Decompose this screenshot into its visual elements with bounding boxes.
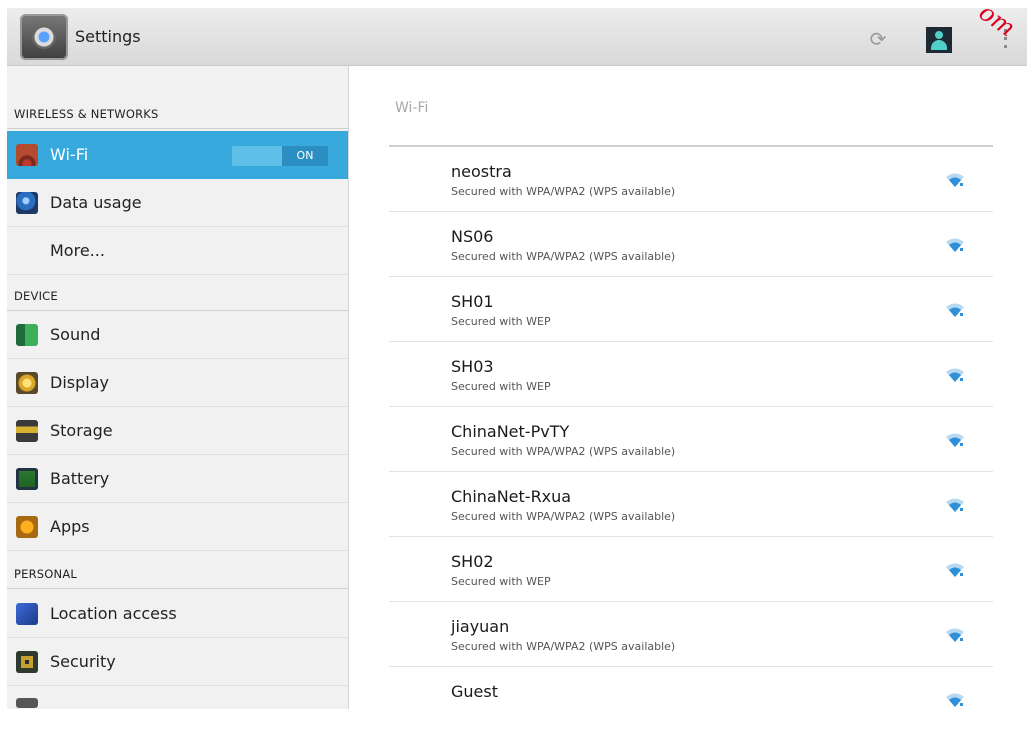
network-security: Secured with WPA/WPA2 (WPS available): [451, 250, 676, 263]
display-icon: [16, 372, 38, 394]
data-usage-icon: [16, 192, 38, 214]
network-security: Secured with WEP: [451, 575, 551, 588]
sidebar-item-partial[interactable]: [7, 686, 348, 734]
network-security: Secured with WEP: [451, 315, 551, 328]
sync-icon[interactable]: ⟳: [865, 28, 891, 50]
sidebar-item-storage[interactable]: Storage: [7, 407, 348, 455]
sidebar-item-label: Apps: [50, 517, 90, 536]
network-ssid: NS06: [451, 227, 494, 246]
toggle-state: ON: [282, 146, 328, 166]
sidebar-item-battery[interactable]: Battery: [7, 455, 348, 503]
gear-icon: [32, 25, 56, 49]
wifi-signal-icon: [946, 563, 964, 577]
network-security: Secured with WPA/WPA2 (WPS available): [451, 445, 676, 458]
wifi-settings-icon: [16, 144, 38, 166]
network-ssid: ChinaNet-PvTY: [451, 422, 570, 441]
network-ssid: neostra: [451, 162, 512, 181]
wifi-network-row[interactable]: SH03 Secured with WEP: [389, 342, 993, 407]
network-security: Secured with WPA/WPA2 (WPS available): [451, 510, 676, 523]
wifi-pane: Wi-Fi neostra Secured with WPA/WPA2 (WPS …: [349, 66, 1027, 709]
network-ssid: ChinaNet-Rxua: [451, 487, 572, 506]
wifi-network-row[interactable]: ChinaNet-Rxua Secured with WPA/WPA2 (WPS …: [389, 472, 993, 537]
sidebar-item-more[interactable]: More...: [7, 227, 348, 275]
sidebar-item-label: Storage: [50, 421, 113, 440]
wifi-network-row[interactable]: Guest: [389, 667, 993, 732]
sound-icon: [16, 324, 38, 346]
section-header-wireless: WIRELESS & NETWORKS: [14, 107, 159, 121]
sidebar-item-location[interactable]: Location access: [7, 590, 348, 638]
section-header-device: DEVICE: [14, 289, 58, 303]
pane-title: Wi-Fi: [395, 100, 429, 116]
sidebar-item-label: Display: [50, 373, 109, 392]
network-security: Secured with WEP: [451, 380, 551, 393]
network-ssid: SH01: [451, 292, 494, 311]
network-ssid: Guest: [451, 682, 498, 701]
settings-app-icon[interactable]: [20, 14, 68, 60]
sidebar-item-wifi[interactable]: Wi-Fi ON: [7, 131, 348, 179]
wifi-signal-icon: [946, 433, 964, 447]
sidebar-item-label: More...: [50, 241, 105, 260]
network-security: Secured with WPA/WPA2 (WPS available): [451, 640, 676, 653]
wifi-toggle[interactable]: ON: [232, 146, 328, 166]
sidebar-item-label: Location access: [50, 604, 177, 623]
network-ssid: SH02: [451, 552, 494, 571]
wifi-network-row[interactable]: SH02 Secured with WEP: [389, 537, 993, 602]
app-title: Settings: [75, 27, 141, 46]
network-security: Secured with WPA/WPA2 (WPS available): [451, 185, 676, 198]
wifi-signal-icon: [946, 693, 964, 707]
sidebar-item-apps[interactable]: Apps: [7, 503, 348, 551]
wifi-network-row[interactable]: NS06 Secured with WPA/WPA2 (WPS available…: [389, 212, 993, 277]
sidebar-item-sound[interactable]: Sound: [7, 311, 348, 359]
wifi-signal-icon: [946, 498, 964, 512]
sidebar-item-data-usage[interactable]: Data usage: [7, 179, 348, 227]
network-ssid: SH03: [451, 357, 494, 376]
account-icon: [16, 698, 38, 708]
action-bar: Settings ⟳: [7, 8, 1027, 66]
sidebar-item-label: Sound: [50, 325, 101, 344]
location-icon: [16, 603, 38, 625]
wifi-signal-icon: [946, 173, 964, 187]
wifi-network-row[interactable]: ChinaNet-PvTY Secured with WPA/WPA2 (WPS …: [389, 407, 993, 472]
wifi-signal-icon: [946, 238, 964, 252]
battery-icon: [16, 468, 38, 490]
sidebar-item-label: Wi-Fi: [50, 145, 89, 164]
lock-icon: [16, 651, 38, 673]
network-ssid: jiayuan: [451, 617, 510, 636]
sidebar-item-security[interactable]: Security: [7, 638, 348, 686]
wifi-network-row[interactable]: neostra Secured with WPA/WPA2 (WPS availa…: [389, 147, 993, 212]
sidebar: WIRELESS & NETWORKS Wi-Fi ON Data usage …: [7, 66, 349, 709]
divider: [7, 128, 348, 129]
user-icon[interactable]: [926, 27, 952, 53]
wifi-signal-icon: [946, 628, 964, 642]
wifi-network-row[interactable]: SH01 Secured with WEP: [389, 277, 993, 342]
wifi-signal-icon: [946, 368, 964, 382]
divider: [7, 588, 348, 589]
wifi-network-row[interactable]: jiayuan Secured with WPA/WPA2 (WPS availa…: [389, 602, 993, 667]
section-header-personal: PERSONAL: [14, 567, 78, 581]
sidebar-item-label: Battery: [50, 469, 110, 488]
sidebar-item-display[interactable]: Display: [7, 359, 348, 407]
sidebar-item-label: Security: [50, 652, 116, 671]
apps-icon: [16, 516, 38, 538]
wifi-signal-icon: [946, 303, 964, 317]
storage-icon: [16, 420, 38, 442]
sidebar-item-label: Data usage: [50, 193, 142, 212]
